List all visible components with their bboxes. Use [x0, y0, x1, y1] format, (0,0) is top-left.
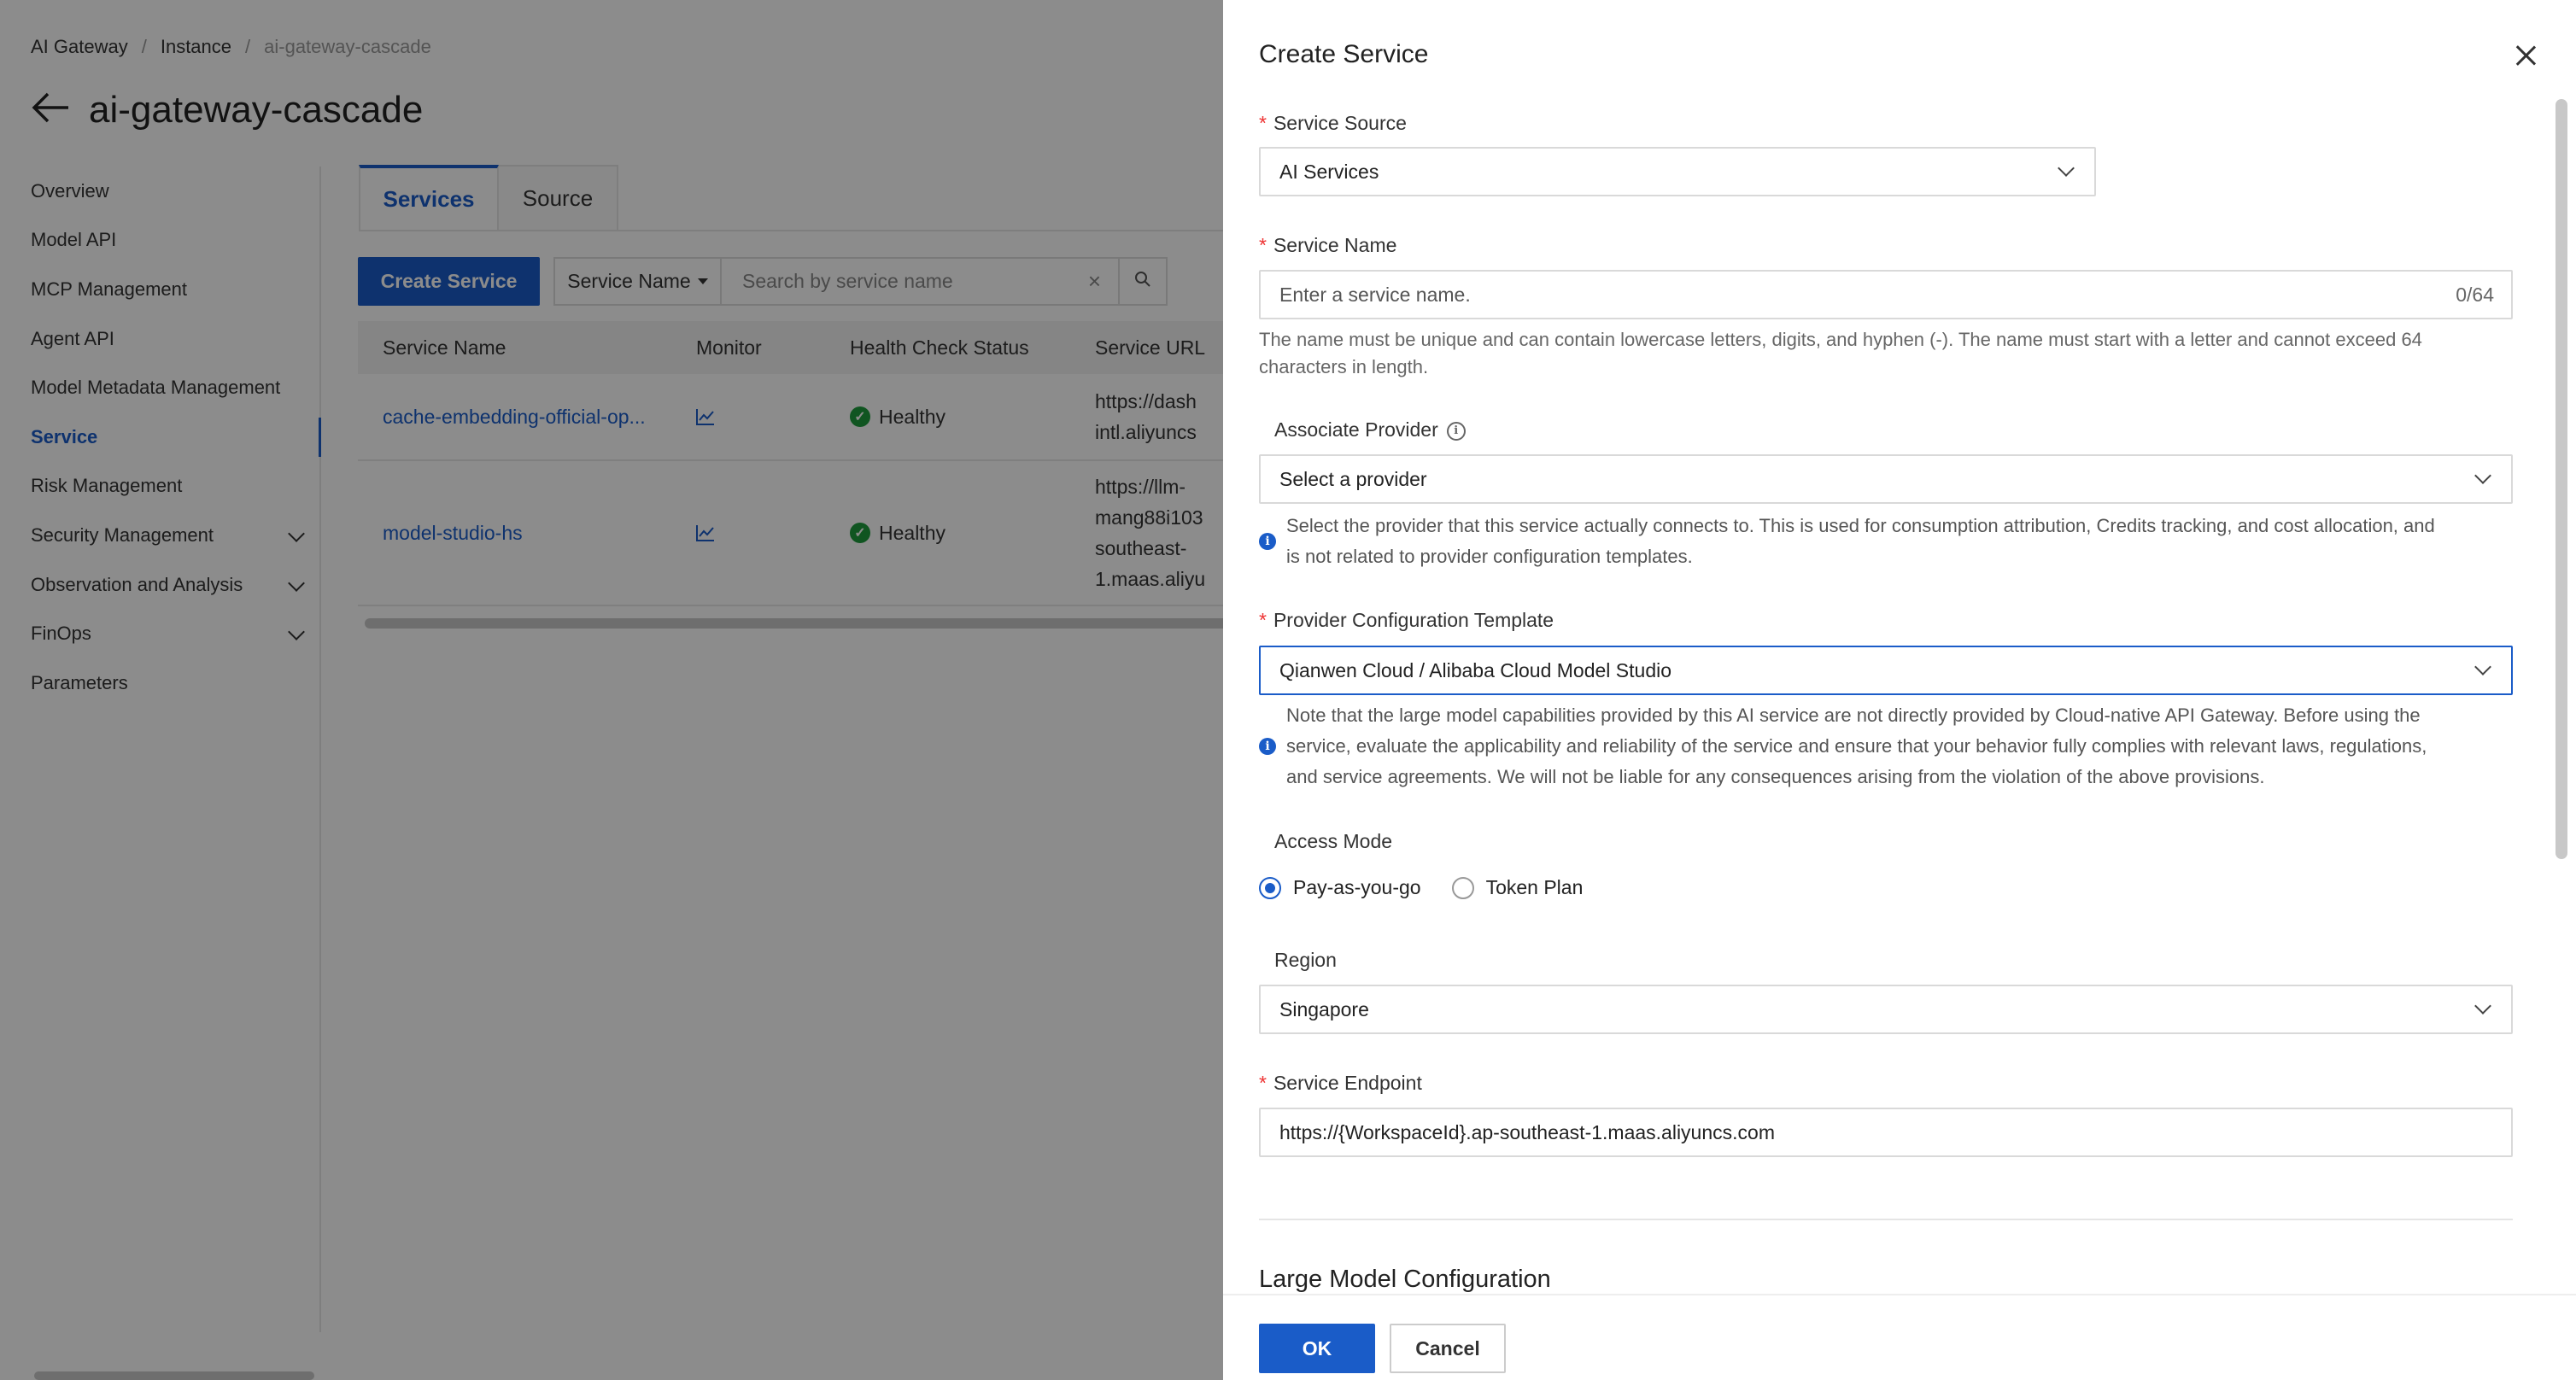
note-line: Select the provider that this service ac…	[1286, 515, 2435, 536]
chevron-down-icon	[2474, 467, 2491, 484]
required-mark: *	[1259, 1072, 1267, 1094]
modal-overlay[interactable]	[0, 0, 1223, 1380]
associate-provider-label: Associate Provider i	[1274, 418, 1466, 441]
label-text: Service Endpoint	[1273, 1072, 1422, 1094]
service-source-select[interactable]: AI Services	[1259, 147, 2096, 196]
input-placeholder: Enter a service name.	[1279, 283, 1471, 306]
provider-template-label: * Provider Configuration Template	[1259, 609, 1554, 632]
provider-template-select[interactable]: Qianwen Cloud / Alibaba Cloud Model Stud…	[1259, 646, 2513, 695]
label-text: Associate Provider	[1274, 418, 1438, 441]
note-line: Note that the large model capabilities p…	[1286, 705, 2421, 726]
service-name-help: The name must be unique and can contain …	[1259, 326, 2523, 381]
select-value: AI Services	[1279, 160, 1379, 183]
close-icon[interactable]	[2511, 41, 2540, 70]
access-mode-label: Access Mode	[1274, 830, 1393, 852]
info-icon: i	[1259, 533, 1276, 550]
service-endpoint-input[interactable]: https://{WorkspaceId}.ap-southeast-1.maa…	[1259, 1108, 2513, 1157]
char-counter: 0/64	[2456, 283, 2494, 306]
note-line: service, evaluate the applicability and …	[1286, 735, 2427, 757]
label-text: Service Source	[1273, 112, 1407, 134]
help-line: The name must be unique and can contain …	[1259, 329, 2422, 350]
radio-label: Token Plan	[1485, 876, 1584, 898]
service-name-label: * Service Name	[1259, 234, 1396, 257]
label-text: Service Name	[1273, 234, 1397, 256]
service-name-input[interactable]: Enter a service name. 0/64	[1259, 270, 2513, 319]
required-mark: *	[1259, 609, 1267, 631]
ok-button[interactable]: OK	[1259, 1324, 1375, 1373]
service-endpoint-label: * Service Endpoint	[1259, 1072, 1422, 1095]
create-service-drawer: Create Service * Service Source AI Servic…	[1223, 0, 2576, 1380]
radio-selected-icon	[1259, 876, 1281, 899]
radio-label: Pay-as-you-go	[1293, 876, 1421, 898]
note-line: is not related to provider configuration…	[1286, 546, 1693, 567]
region-select[interactable]: Singapore	[1259, 985, 2513, 1034]
large-model-section-title: Large Model Configuration	[1259, 1266, 1551, 1293]
info-icon[interactable]: i	[1446, 421, 1466, 441]
label-text: Provider Configuration Template	[1273, 609, 1554, 631]
section-divider	[1259, 1219, 2513, 1220]
select-placeholder: Select a provider	[1279, 467, 1427, 490]
chevron-down-icon	[2474, 658, 2491, 675]
required-mark: *	[1259, 112, 1267, 134]
required-mark: *	[1259, 234, 1267, 256]
radio-unselected-icon	[1451, 876, 1474, 899]
service-source-label: * Service Source	[1259, 112, 1407, 135]
provider-note: i Select the provider that this service …	[1259, 511, 2523, 572]
info-icon: i	[1259, 738, 1276, 755]
access-mode-group: Pay-as-you-go Token Plan	[1259, 876, 1613, 899]
drawer-footer: OK Cancel	[1223, 1294, 2576, 1380]
note-line: and service agreements. We will not be l…	[1286, 766, 2265, 787]
chevron-down-icon	[2474, 997, 2491, 1015]
drawer-title: Create Service	[1259, 40, 1429, 68]
radio-token-plan[interactable]: Token Plan	[1451, 876, 1584, 899]
select-value: Qianwen Cloud / Alibaba Cloud Model Stud…	[1279, 658, 1672, 681]
input-value: https://{WorkspaceId}.ap-southeast-1.maa…	[1279, 1120, 1775, 1143]
region-label: Region	[1274, 949, 1337, 971]
select-value: Singapore	[1279, 997, 1369, 1020]
provider-template-note: i Note that the large model capabilities…	[1259, 700, 2523, 792]
drawer-vertical-scrollbar[interactable]	[2556, 99, 2567, 859]
provider-select[interactable]: Select a provider	[1259, 454, 2513, 504]
radio-pay-as-you-go[interactable]: Pay-as-you-go	[1259, 876, 1421, 899]
cancel-button[interactable]: Cancel	[1390, 1324, 1506, 1373]
chevron-down-icon	[2058, 160, 2075, 177]
help-line: characters in length.	[1259, 356, 1429, 377]
